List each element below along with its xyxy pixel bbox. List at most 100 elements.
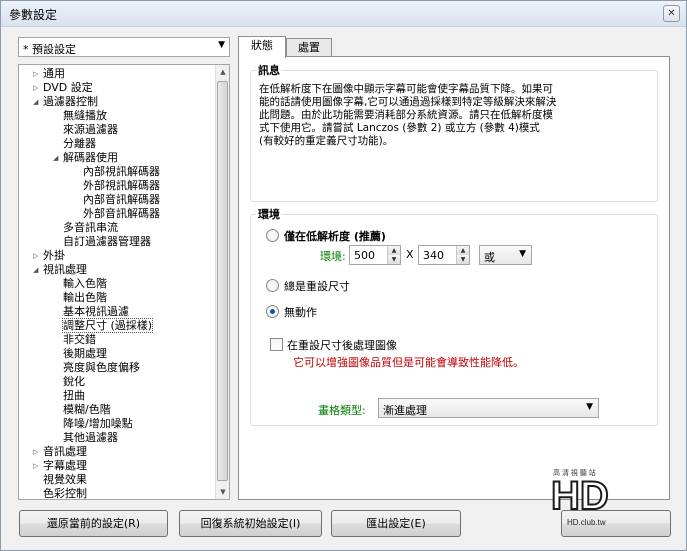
tree-item-label: 過濾器控制: [43, 95, 98, 108]
tree-item[interactable]: 降噪/增加噪點: [63, 417, 133, 431]
info-line: 能的話請使用圖像字幕,它可以通過過採樣到特定等級解決來解決: [259, 96, 557, 108]
tree-item[interactable]: 自訂過濾器管理器: [63, 235, 151, 249]
tree-item[interactable]: 銳化: [63, 375, 85, 389]
decrement-icon[interactable]: ▼: [388, 255, 400, 264]
tree-item-label: 分離器: [63, 137, 96, 150]
tree-item-label: 輸入色階: [63, 277, 107, 290]
radio-none-label: 無動作: [284, 306, 317, 319]
info-line: 在低解析度下在圖像中顯示字幕可能會使字幕品質下降。如果可: [259, 83, 553, 95]
tree-item-label: 視覺效果: [43, 473, 87, 486]
scroll-up-icon[interactable]: ▲: [216, 65, 229, 79]
tree-item-label: 降噪/增加噪點: [63, 417, 133, 430]
tree-item[interactable]: 外部視訊解碼器: [83, 179, 160, 193]
tree-item[interactable]: 視覺效果: [43, 473, 87, 487]
radio-none[interactable]: [266, 305, 279, 318]
tree-item[interactable]: 內部音訊解碼器: [83, 193, 160, 207]
expand-icon[interactable]: ▷: [33, 459, 42, 473]
info-heading: 訊息: [256, 62, 282, 78]
tree-item[interactable]: 內部視訊解碼器: [83, 165, 160, 179]
radio-low-res[interactable]: [266, 229, 279, 242]
expand-icon[interactable]: ▷: [33, 445, 42, 459]
tree-item[interactable]: ▷ 音訊處理: [33, 445, 87, 459]
tree-item[interactable]: 無縫播放: [63, 109, 107, 123]
tree-item[interactable]: 後期處理: [63, 347, 107, 361]
expand-icon[interactable]: ▷: [33, 67, 42, 81]
tree-item[interactable]: 色彩控制: [43, 487, 87, 500]
height-stepper[interactable]: 340 ▲ ▼: [418, 245, 470, 265]
post-resize-label: 在重設尺寸後處理圖像: [287, 339, 397, 352]
tree-item[interactable]: 亮度與色度偏移: [63, 361, 140, 375]
times-sign: X: [406, 248, 414, 261]
increment-icon[interactable]: ▲: [388, 246, 400, 255]
tree-item[interactable]: 分離器: [63, 137, 96, 151]
post-resize-checkbox[interactable]: [270, 338, 283, 351]
collapse-icon[interactable]: ◢: [33, 95, 42, 109]
collapse-icon[interactable]: ◢: [53, 151, 62, 165]
tree-item[interactable]: ▷ 通用: [33, 67, 65, 81]
condition-select[interactable]: 或 ▼: [479, 245, 532, 265]
tree-item-label: DVD 設定: [43, 81, 93, 94]
defaults-button[interactable]: 回復系統初始設定(I): [179, 510, 322, 537]
tree-item-label: 扭曲: [63, 389, 85, 402]
export-button[interactable]: 匯出設定(E): [331, 510, 461, 537]
tree-item-label: 調整尺寸 (過採樣): [61, 318, 154, 333]
tree-item[interactable]: 輸出色階: [63, 291, 107, 305]
env-heading: 環境: [256, 206, 282, 222]
tree-item[interactable]: 外部音訊解碼器: [83, 207, 160, 221]
radio-always[interactable]: [266, 279, 279, 292]
expand-icon[interactable]: ▷: [33, 81, 42, 95]
tree-item[interactable]: ◢ 視訊處理: [33, 263, 87, 277]
tree-item[interactable]: 其他過濾器: [63, 431, 118, 445]
info-line: 式下使用它。請嘗試 Lanczos (參數 2) 或立方 (參數 4)模式: [259, 122, 540, 134]
tree-item[interactable]: 扭曲: [63, 389, 85, 403]
category-tree[interactable]: ▲ ▼ ▷ 通用 ▷ DVD 設定 ◢ 過濾器控制 無縫播放 來源過濾器 分離器 ◢ 解碼器使用 內部…: [18, 64, 230, 500]
chevron-down-icon: ▼: [218, 40, 225, 50]
tree-item-label: 字幕處理: [43, 459, 87, 472]
tree-item[interactable]: 基本視訊過濾: [63, 305, 129, 319]
restore-button[interactable]: 還原當前的設定(R): [19, 510, 168, 537]
tree-item-label: 亮度與色度偏移: [63, 361, 140, 374]
tree-item-label: 無縫播放: [63, 109, 107, 122]
increment-icon[interactable]: ▲: [457, 246, 469, 255]
tree-item[interactable]: 模糊/色階: [63, 403, 111, 417]
preset-combo[interactable]: * 預設設定 ▼: [18, 37, 230, 57]
info-line: 此問題。由於此功能需要消耗部分系統資源。請只在低解析度模: [259, 109, 553, 121]
scroll-down-icon[interactable]: ▼: [216, 485, 229, 499]
tree-scrollbar[interactable]: ▲ ▼: [215, 65, 229, 499]
tree-item-label: 視訊處理: [43, 263, 87, 276]
tree-item-label: 多音訊串流: [63, 221, 118, 234]
tree-item-label: 內部視訊解碼器: [83, 165, 160, 178]
tree-item[interactable]: ▷ 外掛: [33, 249, 65, 263]
frame-type-value: 漸進處理: [383, 404, 427, 417]
info-message: 在低解析度下在圖像中顯示字幕可能會使字幕品質下降。如果可 能的話請使用圖像字幕,…: [259, 83, 659, 148]
width-stepper[interactable]: 500 ▲ ▼: [349, 245, 401, 265]
tree-item[interactable]: 來源過濾器: [63, 123, 118, 137]
tree-item-label: 外部視訊解碼器: [83, 179, 160, 192]
tree-item[interactable]: 輸入色階: [63, 277, 107, 291]
info-line: (有較好的重定義尺寸功能)。: [259, 135, 394, 147]
chevron-down-icon: ▼: [586, 402, 593, 412]
expand-icon[interactable]: ▷: [33, 249, 42, 263]
tree-item-label: 色彩控制: [43, 487, 87, 500]
frame-type-select[interactable]: 漸進處理 ▼: [378, 398, 599, 418]
tree-item-label: 其他過濾器: [63, 431, 118, 444]
tree-item[interactable]: 非交錯: [63, 333, 96, 347]
radio-low-res-label: 僅在低解析度 (推薦): [284, 230, 386, 243]
tree-item[interactable]: 調整尺寸 (過採樣): [61, 318, 154, 333]
tree-item[interactable]: ◢ 解碼器使用: [53, 151, 118, 165]
tree-item[interactable]: ◢ 過濾器控制: [33, 95, 98, 109]
tree-item-label: 輸出色階: [63, 291, 107, 304]
tree-item[interactable]: 多音訊串流: [63, 221, 118, 235]
close-button[interactable]: ✕: [663, 5, 680, 22]
decrement-icon[interactable]: ▼: [457, 255, 469, 264]
collapse-icon[interactable]: ◢: [33, 263, 42, 277]
preset-value: * 預設設定: [23, 43, 76, 56]
tree-item[interactable]: ▷ 字幕處理: [33, 459, 87, 473]
width-value: 500: [354, 249, 375, 262]
tree-item-label: 音訊處理: [43, 445, 87, 458]
tree-item[interactable]: ▷ DVD 設定: [33, 81, 93, 95]
scroll-thumb[interactable]: [217, 81, 228, 481]
tree-item-label: 外掛: [43, 249, 65, 262]
tab-status[interactable]: 狀態: [238, 36, 286, 58]
tab-settings[interactable]: 處置: [286, 38, 332, 58]
